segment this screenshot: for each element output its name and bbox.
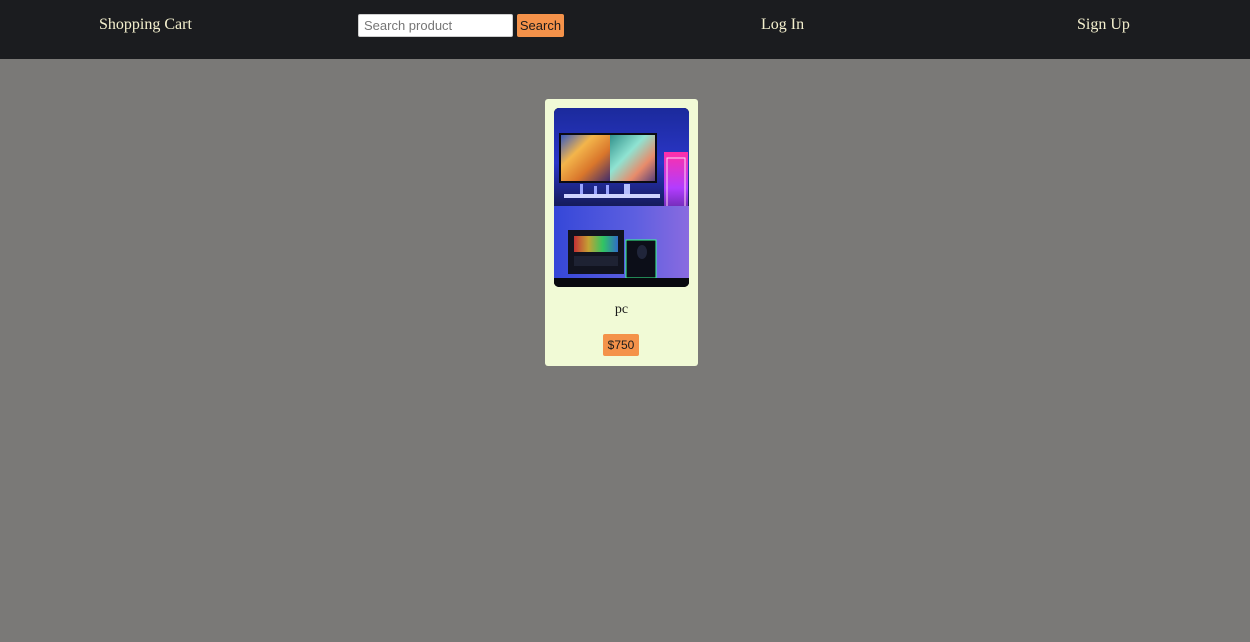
brand-link[interactable]: Shopping Cart — [99, 16, 192, 34]
signup-link[interactable]: Sign Up — [1077, 16, 1130, 34]
search-input[interactable] — [358, 14, 513, 37]
search-button[interactable]: Search — [517, 14, 564, 37]
top-navbar: Shopping Cart Search Log In Sign Up — [0, 0, 1250, 59]
gaming-setup-photo — [554, 108, 689, 287]
product-image[interactable] — [554, 108, 689, 287]
product-card[interactable]: pc $750 — [545, 99, 698, 366]
price-badge: $750 — [603, 334, 639, 356]
login-link[interactable]: Log In — [761, 16, 804, 34]
product-name: pc — [614, 302, 629, 317]
